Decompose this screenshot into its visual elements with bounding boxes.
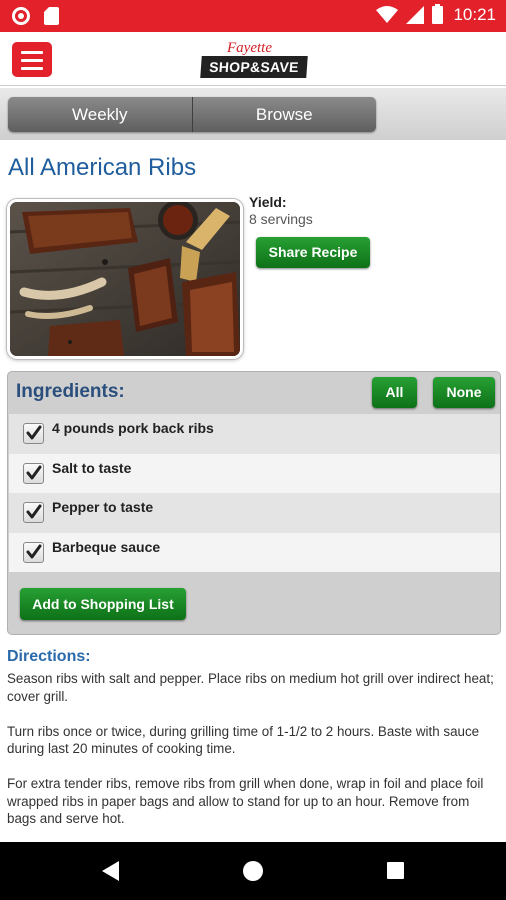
directions-heading: Directions: bbox=[7, 648, 91, 665]
ingredient-label: Pepper to taste bbox=[52, 499, 154, 515]
sim-card-icon bbox=[44, 7, 59, 25]
select-all-button[interactable]: All bbox=[372, 377, 417, 408]
ribs-image bbox=[10, 202, 240, 356]
menu-button[interactable] bbox=[12, 42, 52, 77]
ingredient-list: 4 pounds pork back ribs Salt to taste Pe… bbox=[9, 414, 500, 572]
clock: 10:21 bbox=[453, 5, 496, 24]
checkmark-icon bbox=[26, 425, 42, 440]
select-none-button[interactable]: None bbox=[433, 377, 495, 408]
page-title: All American Ribs bbox=[8, 154, 197, 181]
ingredient-row[interactable]: Pepper to taste bbox=[9, 493, 500, 533]
yield-value: 8 servings bbox=[249, 211, 313, 227]
tab-weekly[interactable]: Weekly bbox=[8, 97, 192, 132]
ingredient-checkbox[interactable] bbox=[23, 462, 44, 484]
ingredient-row[interactable]: Barbeque sauce bbox=[9, 532, 500, 572]
ingredient-checkbox[interactable] bbox=[23, 423, 44, 444]
add-to-shopping-list-button[interactable]: Add to Shopping List bbox=[20, 588, 186, 620]
logo-script-text: Fayette bbox=[227, 40, 272, 56]
record-icon bbox=[12, 7, 30, 25]
battery-icon bbox=[432, 4, 444, 24]
app-header: Fayette SHOP&SAVE bbox=[0, 32, 506, 86]
store-logo[interactable]: Fayette SHOP&SAVE bbox=[199, 40, 309, 82]
recipe-photo bbox=[7, 199, 243, 359]
ingredient-checkbox[interactable] bbox=[23, 541, 44, 563]
system-nav-bar bbox=[0, 842, 506, 900]
status-bar: 10:21 bbox=[0, 0, 506, 32]
signal-icon bbox=[406, 6, 425, 24]
back-icon[interactable] bbox=[102, 861, 119, 881]
home-icon[interactable] bbox=[243, 861, 263, 881]
ingredient-row[interactable]: 4 pounds pork back ribs bbox=[9, 414, 500, 454]
ingredients-panel: Ingredients: All None 4 pounds pork back… bbox=[7, 371, 501, 635]
checkmark-icon bbox=[26, 465, 42, 479]
recent-apps-icon[interactable] bbox=[387, 862, 404, 879]
ingredient-label: 4 pounds pork back ribs bbox=[52, 420, 214, 436]
checkmark-icon bbox=[26, 504, 42, 519]
tab-browse[interactable]: Browse bbox=[191, 97, 376, 132]
ingredient-row[interactable]: Salt to taste bbox=[9, 453, 500, 493]
ingredients-heading: Ingredients: bbox=[16, 381, 125, 402]
yield-label: Yield: bbox=[249, 194, 287, 210]
logo-wordmark: SHOP&SAVE bbox=[200, 56, 308, 78]
hamburger-icon bbox=[21, 51, 43, 54]
share-recipe-button[interactable]: Share Recipe bbox=[256, 237, 370, 268]
direction-paragraph: Season ribs with salt and pepper. Place … bbox=[7, 671, 494, 704]
direction-paragraph: Turn ribs once or twice, during grilling… bbox=[7, 723, 480, 757]
wifi-icon bbox=[376, 6, 399, 24]
direction-paragraph: For extra tender ribs, remove ribs from … bbox=[7, 776, 484, 826]
ingredient-checkbox[interactable] bbox=[23, 502, 44, 523]
ingredient-label: Barbeque sauce bbox=[52, 538, 161, 555]
segmented-tabs: Weekly Browse bbox=[8, 97, 376, 132]
directions-text: Season ribs with salt and pepper. Place … bbox=[7, 670, 501, 845]
ingredient-label: Salt to taste bbox=[52, 459, 132, 476]
tab-strip: Weekly Browse bbox=[0, 88, 506, 140]
checkmark-icon bbox=[26, 544, 42, 558]
